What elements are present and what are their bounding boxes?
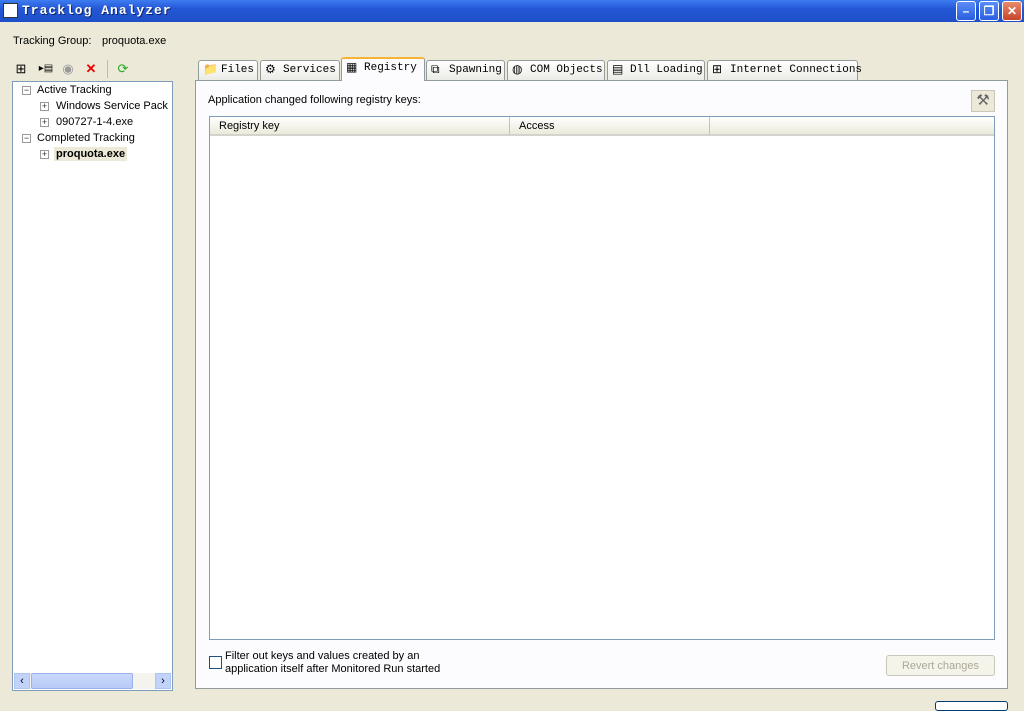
tab-files[interactable]: 📁 Files — [198, 60, 258, 80]
gear-icon: ⚙ — [265, 63, 276, 77]
stop-icon[interactable]: ◉ — [60, 61, 76, 77]
expand-icon[interactable]: + — [40, 102, 49, 111]
tree-node[interactable]: 090727-1-4.exe — [56, 116, 133, 128]
network-icon: ⊞ — [712, 63, 723, 77]
collapse-icon[interactable]: − — [22, 86, 31, 95]
tree-view-icon[interactable]: ⊞ — [13, 61, 29, 77]
registry-list[interactable]: Registry key Access — [209, 116, 995, 640]
tab-dll-loading[interactable]: ▤ Dll Loading — [607, 60, 705, 80]
filter-checkbox[interactable] — [209, 656, 222, 669]
expand-icon[interactable]: + — [40, 118, 49, 127]
spawning-icon: ⧉ — [431, 63, 440, 77]
tab-services[interactable]: ⚙ Services — [260, 60, 340, 80]
refresh-icon[interactable]: ⟳ — [115, 61, 131, 77]
tree-node[interactable]: Windows Service Pack — [56, 100, 168, 112]
registry-icon: ▦ — [346, 61, 358, 75]
tracking-group-label: Tracking Group: — [13, 35, 92, 47]
dialog-button[interactable] — [935, 701, 1008, 711]
tab-internet-connections[interactable]: ⊞ Internet Connections — [707, 60, 862, 80]
restore-button[interactable]: ❐ — [979, 1, 999, 21]
filter-label: Filter out keys and values created by an… — [225, 650, 441, 675]
list-view-icon[interactable]: ▸▤ — [36, 61, 56, 77]
collapse-icon[interactable]: − — [22, 134, 31, 143]
tab-registry[interactable]: ▦ Registry — [341, 57, 425, 81]
close-button[interactable]: ✕ — [1002, 1, 1022, 21]
dll-icon: ▤ — [612, 63, 624, 77]
tree-node-active-tracking[interactable]: Active Tracking — [37, 84, 112, 96]
minimize-button[interactable]: – — [956, 1, 976, 21]
scrollbar-thumb[interactable] — [31, 673, 133, 689]
tracking-group-value: proquota.exe — [102, 35, 167, 47]
folder-icon: 📁 — [203, 63, 218, 77]
registry-caption: Application changed following registry k… — [208, 94, 421, 106]
tree-node-selected[interactable]: proquota.exe — [54, 147, 128, 161]
column-header-registry-key[interactable]: Registry key — [210, 117, 510, 136]
tab-spawning[interactable]: ⧉ Spawning — [426, 60, 505, 80]
globe-icon: ◍ — [512, 63, 523, 77]
app-icon — [3, 3, 18, 18]
revert-changes-button[interactable]: Revert changes — [886, 655, 995, 676]
window-title: Tracklog Analyzer — [22, 3, 172, 18]
tree-node-completed-tracking[interactable]: Completed Tracking — [37, 132, 135, 144]
column-header-filler — [710, 117, 994, 136]
title-bar: Tracklog Analyzer – ❐ ✕ — [0, 0, 1024, 22]
delete-icon[interactable]: ✕ — [83, 61, 99, 77]
horizontal-scrollbar[interactable]: ‹ › — [14, 673, 171, 689]
tracking-tree[interactable]: − Active Tracking + Windows Service Pack… — [12, 81, 173, 691]
tab-com-objects[interactable]: ◍ COM Objects — [507, 60, 605, 80]
toolbar-separator — [107, 60, 108, 78]
expand-icon[interactable]: + — [40, 150, 49, 159]
column-header-access[interactable]: Access — [510, 117, 710, 136]
tools-button[interactable]: ⚒ — [971, 90, 995, 112]
